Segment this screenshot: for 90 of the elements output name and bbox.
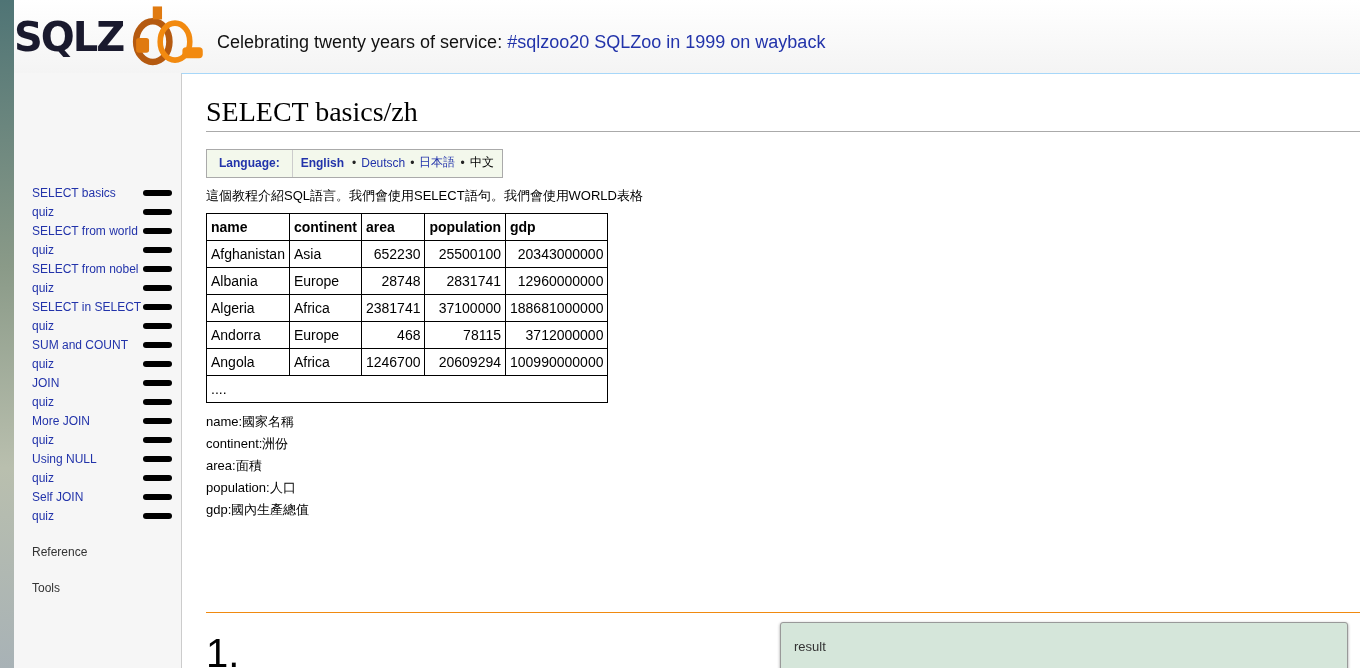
table-cell: 100990000000 <box>505 348 608 376</box>
progress-mark-icon <box>143 360 172 367</box>
sidebar-link[interactable]: quiz <box>32 394 54 409</box>
sidebar-link[interactable]: Self JOIN <box>32 489 84 504</box>
sidebar-link[interactable]: SELECT basics <box>32 185 116 200</box>
bullet-separator: • <box>410 155 415 170</box>
column-header: name <box>206 213 290 241</box>
sidebar-section-link[interactable]: Tools <box>14 581 181 595</box>
sidebar-link[interactable]: quiz <box>32 470 54 485</box>
table-cell: Albania <box>206 267 290 295</box>
sidebar-link[interactable]: quiz <box>32 508 54 523</box>
sidebar-link[interactable]: quiz <box>32 432 54 447</box>
bullet-separator: • <box>352 155 357 170</box>
progress-mark-icon <box>143 189 172 196</box>
table-cell: Afghanistan <box>206 240 290 268</box>
column-header: gdp <box>505 213 608 241</box>
table-cell: Angola <box>206 348 290 376</box>
table-cell: Europe <box>289 267 362 295</box>
progress-mark-icon <box>143 284 172 291</box>
progress-mark-icon <box>143 512 172 519</box>
table-cell: 37100000 <box>424 294 506 322</box>
progress-mark-icon <box>143 246 172 253</box>
column-description: name:國家名稱 <box>206 413 296 431</box>
table-cell: Africa <box>289 294 362 322</box>
language-link[interactable]: 日本語 <box>419 154 456 171</box>
bullet-separator: • <box>460 155 465 170</box>
progress-mark-icon <box>143 341 172 348</box>
progress-mark-icon <box>143 303 172 310</box>
progress-mark-icon <box>143 474 172 481</box>
column-header: area <box>361 213 425 241</box>
intro-text: 這個教程介紹SQL語言。我們會使用SELECT語句。我們會使用WORLD表格 <box>206 187 644 205</box>
column-description: gdp:國內生產總值 <box>206 501 311 519</box>
table-cell: Europe <box>289 321 362 349</box>
sidebar-link[interactable]: quiz <box>32 280 54 295</box>
sidebar-section-link[interactable]: Reference <box>14 545 181 559</box>
question-number: 1. <box>206 631 240 668</box>
progress-mark-icon <box>143 208 172 215</box>
column-header: continent <box>289 213 362 241</box>
column-description: population:人口 <box>206 479 297 497</box>
sidebar-link[interactable]: SELECT from world <box>32 223 138 238</box>
table-cell: 20609294 <box>424 348 506 376</box>
table-cell: Africa <box>289 348 362 376</box>
language-label: Language: <box>207 150 293 177</box>
language-link[interactable]: 中文 <box>469 154 494 171</box>
language-link[interactable]: Deutsch <box>361 155 406 170</box>
table-cell: Asia <box>289 240 362 268</box>
table-cell: .... <box>206 375 608 403</box>
column-header: population <box>424 213 506 241</box>
table-cell: 652230 <box>361 240 425 268</box>
progress-mark-icon <box>143 322 172 329</box>
sidebar-link[interactable]: quiz <box>32 356 54 371</box>
sidebar-link[interactable]: quiz <box>32 242 54 257</box>
progress-mark-icon <box>143 436 172 443</box>
table-cell: 28748 <box>361 267 425 295</box>
column-description: area:面積 <box>206 457 263 475</box>
table-cell: 1246700 <box>361 348 425 376</box>
banner-link[interactable]: SQLZoo in 1999 on wayback <box>594 32 826 52</box>
table-cell: Algeria <box>206 294 290 322</box>
table-cell: 468 <box>361 321 425 349</box>
table-cell: 78115 <box>424 321 506 349</box>
table-cell: 2381741 <box>361 294 425 322</box>
sidebar-link[interactable]: SELECT from nobel <box>32 261 139 276</box>
sidebar-link[interactable]: quiz <box>32 318 54 333</box>
table-cell: 188681000000 <box>505 294 608 322</box>
progress-mark-icon <box>143 398 172 405</box>
sidebar-link[interactable]: SELECT in SELECT <box>32 299 142 314</box>
progress-mark-icon <box>143 265 172 272</box>
result-label: result <box>794 639 826 654</box>
banner-text: Celebrating twenty years of service: #sqlzoo20 SQLZoo in 1999 on wayback <box>217 32 826 53</box>
table-cell: 2831741 <box>424 267 506 295</box>
progress-mark-icon <box>143 455 172 462</box>
progress-mark-icon <box>143 417 172 424</box>
progress-mark-icon <box>143 493 172 500</box>
progress-mark-icon <box>143 227 172 234</box>
sidebar-link[interactable]: SUM and COUNT <box>32 337 129 352</box>
banner-link[interactable]: #sqlzoo20 <box>507 32 590 52</box>
table-cell: 3712000000 <box>505 321 608 349</box>
table-cell: Andorra <box>206 321 290 349</box>
sidebar-link[interactable]: Using NULL <box>32 451 97 466</box>
table-cell: 20343000000 <box>505 240 608 268</box>
table-cell: 12960000000 <box>505 267 608 295</box>
sidebar-link[interactable]: quiz <box>32 204 54 219</box>
column-description: continent:洲份 <box>206 435 290 453</box>
page-title: SELECT basics/zh <box>206 96 1360 132</box>
progress-mark-icon <box>143 379 172 386</box>
table-cell: 25500100 <box>424 240 506 268</box>
language-link[interactable]: English <box>300 155 344 170</box>
sidebar-link[interactable]: More JOIN <box>32 413 90 428</box>
sidebar-link[interactable]: JOIN <box>32 375 60 390</box>
sqlzoo-logo[interactable]: SQLZ <box>14 0 204 73</box>
